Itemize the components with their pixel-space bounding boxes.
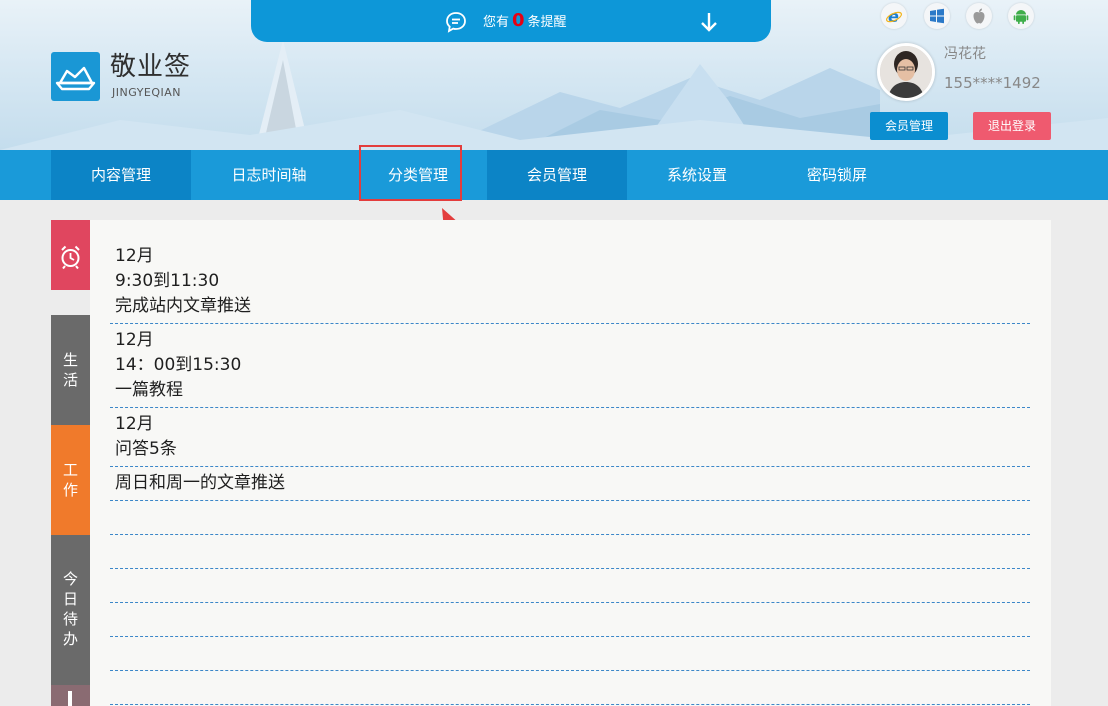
nav-item-password-lock[interactable]: 密码锁屏: [767, 150, 907, 200]
note-item[interactable]: 12月 问答5条: [110, 412, 1030, 467]
windows-icon[interactable]: [924, 3, 950, 29]
avatar[interactable]: [877, 43, 935, 101]
note-line: 完成站内文章推送: [115, 296, 251, 316]
side-tab-today-char: 办: [62, 630, 78, 648]
user-name: 冯花花: [944, 46, 986, 62]
nav-item-system-settings[interactable]: 系统设置: [627, 150, 767, 200]
side-tab-today-char: 待: [62, 610, 78, 628]
reminder-prefix: 您有: [483, 15, 510, 30]
main-nav: 内容管理 日志时间轴 分类管理 会员管理 系统设置 密码锁屏: [0, 150, 1108, 200]
side-tab-work[interactable]: 工 作: [51, 425, 90, 535]
side-tab-life-char: 活: [62, 371, 78, 389]
android-icon[interactable]: [1008, 3, 1034, 29]
note-item[interactable]: 12月 14：00到15:30 一篇教程: [110, 328, 1030, 408]
empty-line: [110, 636, 1030, 637]
side-tab-work-char: 工: [62, 461, 78, 479]
side-tab-life-char: 生: [62, 351, 78, 369]
nav-item-log-timeline[interactable]: 日志时间轴: [199, 150, 339, 200]
user-phone: 155****1492: [944, 74, 1041, 92]
note-line: 12月: [115, 330, 154, 350]
reminder-bar[interactable]: 您有 0 条提醒: [251, 0, 771, 42]
empty-line: [110, 670, 1030, 671]
note-line: 12月: [115, 414, 154, 434]
nav-item-member-management[interactable]: 会员管理: [487, 150, 627, 200]
note-line: 周日和周一的文章推送: [115, 473, 285, 493]
logo-icon: [51, 52, 100, 101]
side-tab-alarm[interactable]: [51, 220, 90, 290]
logout-button[interactable]: 退出登录: [973, 112, 1051, 140]
note-line: 一篇教程: [115, 380, 183, 400]
empty-line: [110, 602, 1030, 603]
side-tab-today-char: 今: [62, 570, 78, 588]
side-tab-more[interactable]: [51, 685, 90, 706]
arrow-down-icon[interactable]: [699, 11, 719, 33]
reminder-text: 您有 0 条提醒: [483, 12, 567, 32]
nav-item-content-management[interactable]: 内容管理: [51, 150, 191, 200]
apple-icon[interactable]: [966, 3, 992, 29]
reminder-suffix: 条提醒: [527, 15, 567, 30]
app-name: 敬业签: [110, 52, 192, 82]
side-tab-today-char: 日: [62, 590, 78, 608]
note-item[interactable]: 周日和周一的文章推送: [110, 471, 1030, 501]
side-tab-work-char: 作: [62, 481, 78, 499]
notes-panel: 12月 9:30到11:30 完成站内文章推送 12月 14：00到15:30 …: [90, 220, 1051, 706]
note-line: 问答5条: [115, 439, 177, 459]
app-subtitle: JINGYEQIAN: [112, 86, 182, 99]
side-tab-life[interactable]: 生 活: [51, 315, 90, 425]
reminder-count: 0: [512, 10, 525, 31]
note-line: 12月: [115, 246, 154, 266]
empty-line: [110, 534, 1030, 535]
note-line: 9:30到11:30: [115, 271, 220, 291]
side-tab-today-todo[interactable]: 今 日 待 办: [51, 535, 90, 685]
ie-icon[interactable]: e: [881, 3, 907, 29]
empty-line: [110, 704, 1030, 705]
empty-line: [110, 568, 1030, 569]
header: 敬业签 JINGYEQIAN 您有 0 条提醒 e 冯花花 155****149…: [0, 0, 1108, 150]
highlight-box: [359, 145, 462, 201]
member-management-button[interactable]: 会员管理: [870, 112, 948, 140]
message-icon: [446, 12, 466, 33]
note-line: 14：00到15:30: [115, 355, 242, 375]
side-tab-more-mark: [68, 691, 72, 706]
alarm-clock-icon: [61, 245, 80, 270]
note-item[interactable]: 12月 9:30到11:30 完成站内文章推送: [110, 244, 1030, 324]
